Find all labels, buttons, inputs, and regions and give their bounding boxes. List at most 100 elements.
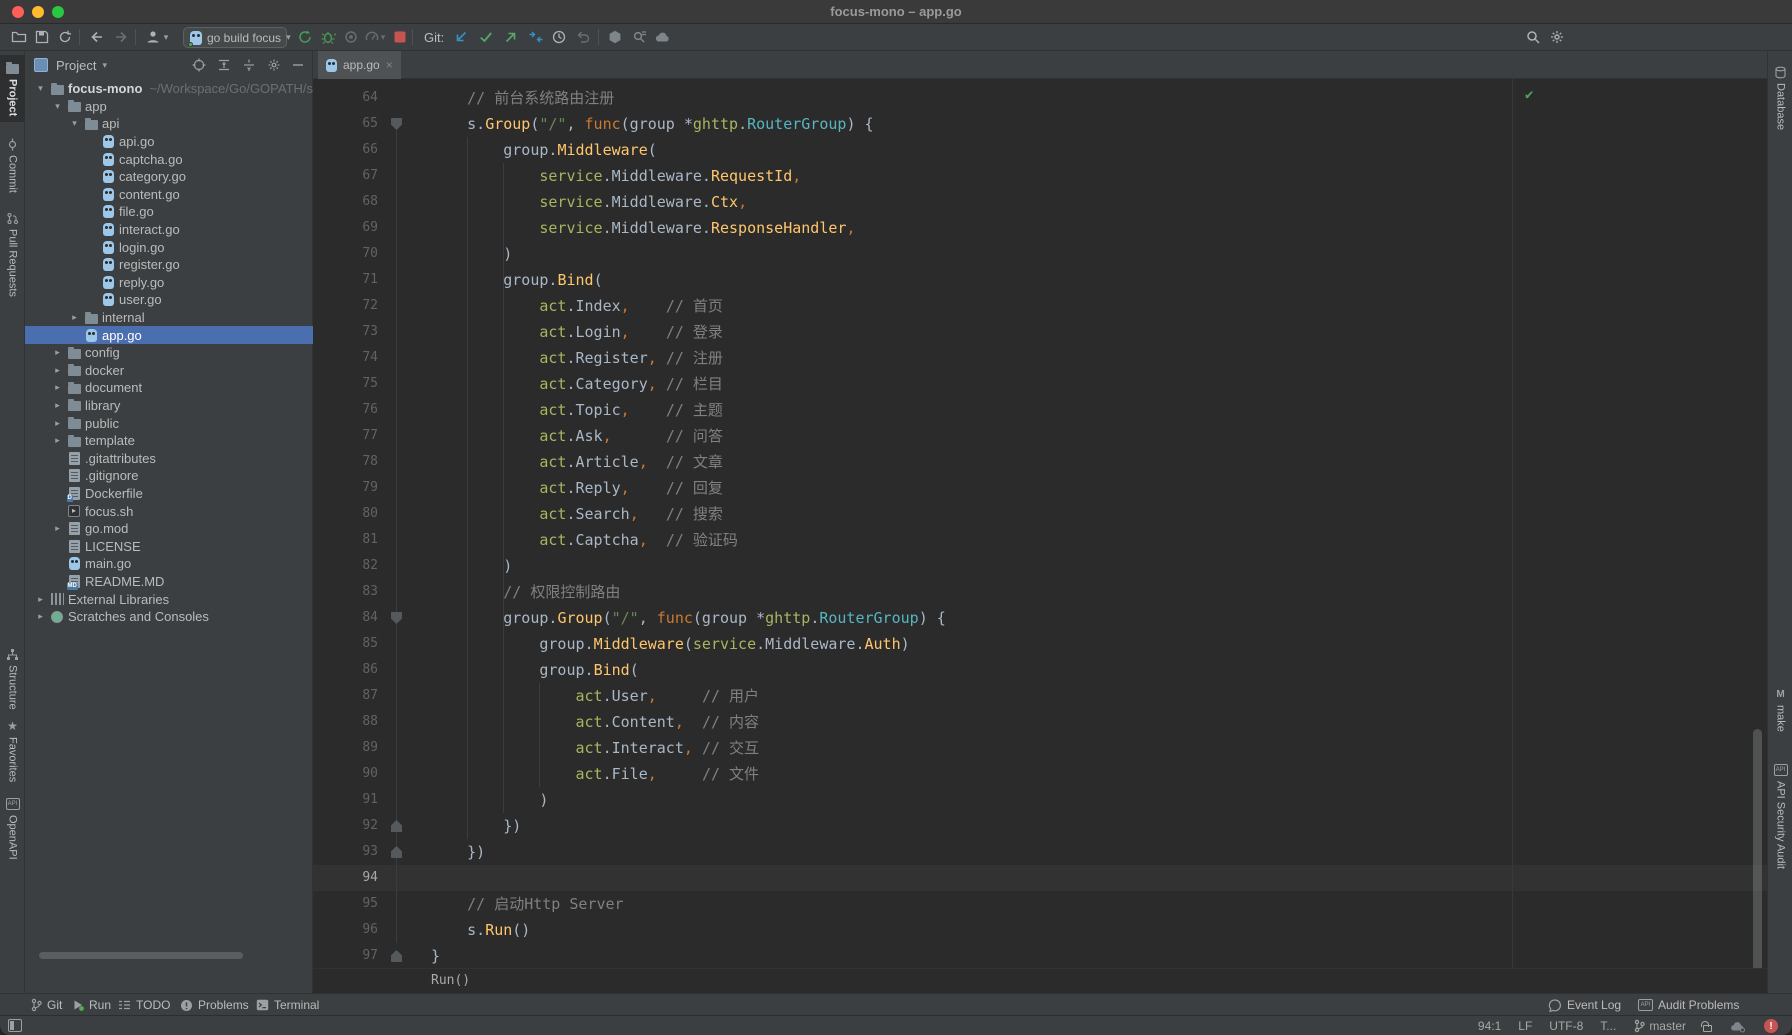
tree-chevron-icon[interactable]: ▾ bbox=[50, 101, 65, 112]
tree-chevron-icon[interactable]: ▸ bbox=[50, 365, 65, 376]
search-everywhere-icon[interactable] bbox=[1524, 28, 1542, 46]
line-number[interactable]: 78 bbox=[313, 449, 378, 475]
tool-stripe-database[interactable]: Database bbox=[1768, 65, 1792, 130]
code-line[interactable]: ) bbox=[431, 553, 946, 579]
code-line[interactable]: // 前台系统路由注册 bbox=[431, 85, 946, 111]
tree-item-login-go[interactable]: login.go bbox=[25, 238, 313, 256]
fold-marker-icon[interactable] bbox=[391, 820, 402, 832]
tree-item-interact-go[interactable]: interact.go bbox=[25, 221, 313, 239]
code-line[interactable]: ) bbox=[431, 241, 946, 267]
coverage-button[interactable] bbox=[342, 28, 360, 46]
tree-chevron-icon[interactable]: ▾ bbox=[33, 83, 48, 94]
code-line[interactable] bbox=[431, 865, 946, 891]
tree-chevron-icon[interactable]: ▸ bbox=[50, 347, 65, 358]
close-tab-icon[interactable]: × bbox=[386, 58, 393, 72]
tree-chevron-icon[interactable]: ▸ bbox=[50, 382, 65, 393]
line-number[interactable]: 73 bbox=[313, 319, 378, 345]
history-clock-icon[interactable] bbox=[550, 28, 568, 46]
code-line[interactable]: act.Captcha, // 验证码 bbox=[431, 527, 946, 553]
tree-item-config[interactable]: ▸config bbox=[25, 344, 313, 362]
tree-item-dockerfile[interactable]: DDockerfile bbox=[25, 485, 313, 503]
fold-marker-icon[interactable] bbox=[391, 118, 402, 130]
code-line[interactable]: act.Content, // 内容 bbox=[431, 709, 946, 735]
code-line[interactable]: group.Middleware( bbox=[431, 137, 946, 163]
user-dropdown-icon[interactable]: ▾ bbox=[161, 28, 171, 46]
line-number[interactable]: 77 bbox=[313, 423, 378, 449]
code-line[interactable]: s.Group("/", func(group *ghttp.RouterGro… bbox=[431, 111, 946, 137]
code-line[interactable]: act.Index, // 首页 bbox=[431, 293, 946, 319]
tree-item--gitignore[interactable]: .gitignore bbox=[25, 467, 313, 485]
tree-item-api[interactable]: ▾api bbox=[25, 115, 313, 133]
stop-button[interactable] bbox=[391, 28, 409, 46]
line-number[interactable]: 69 bbox=[313, 215, 378, 241]
line-number[interactable]: 76 bbox=[313, 397, 378, 423]
chevron-down-icon[interactable]: ▾ bbox=[102, 60, 107, 71]
tree-item-app[interactable]: ▾app bbox=[25, 98, 313, 116]
tool-stripe-pull-requests[interactable]: Pull Requests bbox=[0, 211, 25, 297]
caret-position[interactable]: 94:1 bbox=[1478, 1019, 1501, 1033]
code-line[interactable]: act.User, // 用户 bbox=[431, 683, 946, 709]
tree-chevron-icon[interactable]: ▾ bbox=[67, 118, 82, 129]
line-number[interactable]: 83 bbox=[313, 579, 378, 605]
expand-all-icon[interactable] bbox=[217, 58, 231, 72]
tree-chevron-icon[interactable]: ▸ bbox=[67, 312, 82, 323]
toolwindow-button-audit-problems[interactable]: APIAudit Problems bbox=[1638, 994, 1739, 1016]
tab-app-go[interactable]: app.go × bbox=[318, 51, 401, 79]
line-number[interactable]: 81 bbox=[313, 527, 378, 553]
code-line[interactable]: act.Interact, // 交互 bbox=[431, 735, 946, 761]
code-line[interactable]: act.Ask, // 问答 bbox=[431, 423, 946, 449]
line-number[interactable]: 93 bbox=[313, 839, 378, 865]
code-area[interactable]: 6465666768697071727374757677787980818283… bbox=[313, 79, 1767, 968]
code-line[interactable]: act.Search, // 搜索 bbox=[431, 501, 946, 527]
tree-chevron-icon[interactable]: ▸ bbox=[50, 400, 65, 411]
line-number[interactable]: 90 bbox=[313, 761, 378, 787]
line-number[interactable]: 68 bbox=[313, 189, 378, 215]
ide-error-badge[interactable]: ! bbox=[1764, 1019, 1778, 1033]
toolwindow-button-terminal[interactable]: Terminal bbox=[256, 994, 319, 1016]
code-line[interactable]: }) bbox=[431, 813, 946, 839]
toolwindow-button-problems[interactable]: Problems bbox=[180, 994, 249, 1016]
line-number[interactable]: 71 bbox=[313, 267, 378, 293]
code-line[interactable]: service.Middleware.RequestId, bbox=[431, 163, 946, 189]
tool-stripe-structure[interactable]: Structure bbox=[0, 647, 25, 710]
code-line[interactable]: act.Article, // 文章 bbox=[431, 449, 946, 475]
code-line[interactable]: service.Middleware.ResponseHandler, bbox=[431, 215, 946, 241]
line-number[interactable]: 79 bbox=[313, 475, 378, 501]
tree-item-scratches-and-consoles[interactable]: ▸Scratches and Consoles bbox=[25, 608, 313, 626]
line-number-gutter[interactable]: 6465666768697071727374757677787980818283… bbox=[313, 85, 378, 968]
code-line[interactable]: group.Bind( bbox=[431, 267, 946, 293]
hide-panel-icon[interactable] bbox=[292, 59, 304, 71]
tree-item-document[interactable]: ▸document bbox=[25, 379, 313, 397]
code-line[interactable]: act.Register, // 注册 bbox=[431, 345, 946, 371]
line-number[interactable]: 91 bbox=[313, 787, 378, 813]
hexagon-icon[interactable] bbox=[606, 28, 624, 46]
code-line[interactable]: act.Login, // 登录 bbox=[431, 319, 946, 345]
tree-item-focus-mono[interactable]: ▾focus-mono~/Workspace/Go/GOPATH/src/git… bbox=[25, 80, 313, 98]
panel-settings-gear-icon[interactable] bbox=[267, 58, 281, 72]
code-line[interactable]: act.Category, // 栏目 bbox=[431, 371, 946, 397]
tree-item-focus-sh[interactable]: ▸focus.sh bbox=[25, 502, 313, 520]
code-line[interactable]: }) bbox=[431, 839, 946, 865]
vertical-scrollbar[interactable] bbox=[1753, 729, 1762, 968]
tree-item-template[interactable]: ▸template bbox=[25, 432, 313, 450]
cloud-icon[interactable] bbox=[654, 28, 672, 46]
tree-item-readme-md[interactable]: MDREADME.MD bbox=[25, 573, 313, 591]
tree-item-internal[interactable]: ▸internal bbox=[25, 309, 313, 327]
tree-chevron-icon[interactable]: ▸ bbox=[33, 611, 48, 622]
code-line[interactable]: // 权限控制路由 bbox=[431, 579, 946, 605]
tree-item-register-go[interactable]: register.go bbox=[25, 256, 313, 274]
line-number[interactable]: 75 bbox=[313, 371, 378, 397]
line-number[interactable]: 94 bbox=[313, 865, 378, 891]
tree-item--gitattributes[interactable]: .gitattributes bbox=[25, 449, 313, 467]
line-number[interactable]: 89 bbox=[313, 735, 378, 761]
tool-stripe-api-security-audit[interactable]: APIAPI Security Audit bbox=[1768, 763, 1792, 869]
forward-icon[interactable] bbox=[112, 28, 130, 46]
save-icon[interactable] bbox=[33, 28, 51, 46]
code-line[interactable]: act.File, // 文件 bbox=[431, 761, 946, 787]
breadcrumb-context[interactable]: Run() bbox=[431, 973, 470, 988]
tool-stripe-make[interactable]: Mmake bbox=[1768, 687, 1792, 732]
toolwindow-button-run[interactable]: Run bbox=[72, 994, 111, 1016]
line-number[interactable]: 87 bbox=[313, 683, 378, 709]
git-update-icon[interactable] bbox=[452, 28, 470, 46]
code-line[interactable]: } bbox=[431, 943, 946, 968]
